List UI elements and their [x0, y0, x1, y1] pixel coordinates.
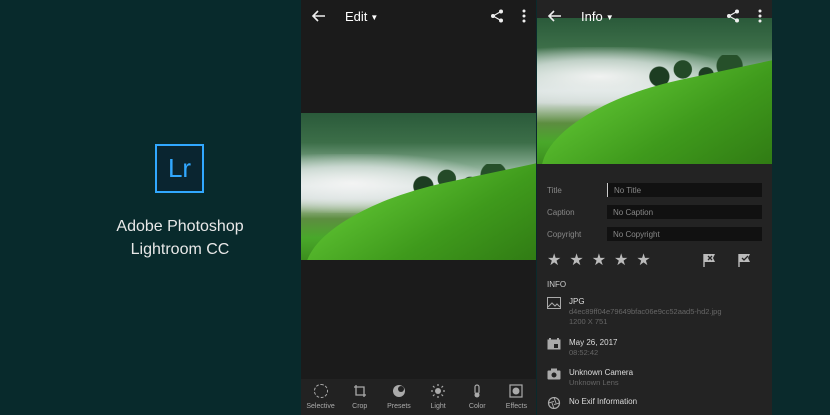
more-vertical-icon[interactable]: [522, 9, 526, 23]
tool-selective[interactable]: Selective: [301, 379, 340, 415]
tool-color[interactable]: Color: [458, 379, 497, 415]
color-icon: [474, 384, 480, 398]
camera-info: Unknown Camera Unknown Lens: [547, 368, 762, 390]
capture-time: 08:52:42: [569, 348, 599, 357]
chevron-down-icon: ▼: [370, 13, 379, 23]
lightroom-logo: Lr: [155, 144, 204, 193]
info-section-label: INFO: [547, 280, 567, 289]
capture-date: May 26, 2017: [569, 338, 618, 347]
more-vertical-icon[interactable]: [758, 9, 762, 23]
file-type: JPG: [569, 297, 585, 306]
camera-icon: [547, 368, 561, 380]
share-icon[interactable]: [726, 9, 740, 23]
edit-topbar: Edit ▼: [301, 0, 536, 32]
edit-mode-dropdown[interactable]: Edit ▼: [345, 9, 378, 24]
presets-icon: [392, 385, 405, 397]
star-icon[interactable]: ★: [614, 253, 628, 269]
tool-crop[interactable]: Crop: [340, 379, 379, 415]
info-topbar: Info ▼: [537, 0, 772, 32]
field-label: Caption: [547, 207, 575, 217]
tool-label: Selective: [306, 403, 335, 410]
tool-label: Light: [430, 403, 446, 410]
promo-title-line2: Lightroom CC: [130, 241, 230, 258]
exif-label: No Exif Information: [569, 397, 638, 406]
copyright-field-row: Copyright No Copyright: [547, 227, 762, 241]
info-screen: Info ▼ Title No Title Caption No Caption …: [537, 0, 772, 415]
file-id: d4ec89ff04e79649bfac06e9cc52aad5-hd2.jpg: [569, 307, 722, 316]
tool-light[interactable]: Light: [419, 379, 458, 415]
tool-label: Color: [468, 403, 486, 410]
promo-title: Adobe Photoshop Lightroom CC: [100, 215, 260, 261]
camera-name: Unknown Camera: [569, 368, 634, 377]
star-icon[interactable]: ★: [547, 253, 561, 269]
info-photo[interactable]: [537, 18, 772, 164]
info-mode-dropdown[interactable]: Info ▼: [581, 9, 614, 24]
logo-text: Lr: [167, 153, 192, 183]
tool-label: Presets: [387, 403, 411, 410]
tool-label: Effects: [505, 403, 528, 410]
star-icon[interactable]: ★: [569, 253, 583, 269]
selective-icon: [313, 384, 328, 398]
caption-field-row: Caption No Caption: [547, 205, 762, 219]
chevron-down-icon: ▼: [605, 13, 614, 23]
exif-info: No Exif Information: [547, 397, 762, 411]
copyright-input[interactable]: No Copyright: [607, 227, 762, 241]
edit-screen: Edit ▼ Selective Crop Presets Light Color: [301, 0, 536, 415]
field-label: Copyright: [547, 229, 582, 239]
image-icon: [547, 297, 561, 309]
tool-presets[interactable]: Presets: [379, 379, 418, 415]
crop-icon: [353, 385, 366, 397]
info-title: Info: [581, 9, 603, 24]
star-icon[interactable]: ★: [636, 253, 650, 269]
reject-flag-icon[interactable]: [702, 253, 716, 267]
promo-title-line1: Adobe Photoshop: [116, 218, 244, 235]
file-info: JPG d4ec89ff04e79649bfac06e9cc52aad5-hd2…: [547, 297, 762, 329]
file-dimensions: 1200 X 751: [569, 317, 608, 326]
promo-panel: Lr Adobe Photoshop Lightroom CC: [0, 0, 300, 415]
edit-title: Edit: [345, 9, 368, 24]
tool-effects[interactable]: Effects: [497, 379, 536, 415]
back-arrow-icon[interactable]: [311, 8, 327, 24]
star-rating: ★ ★ ★ ★ ★: [547, 253, 651, 269]
back-arrow-icon[interactable]: [547, 8, 563, 24]
calendar-icon: [547, 338, 561, 350]
title-input[interactable]: No Title: [607, 183, 762, 197]
caption-input[interactable]: No Caption: [607, 205, 762, 219]
share-icon[interactable]: [490, 9, 504, 23]
field-label: Title: [547, 185, 562, 195]
lens-name: Unknown Lens: [569, 378, 619, 387]
date-info: May 26, 2017 08:52:42: [547, 338, 762, 360]
effects-icon: [509, 384, 524, 398]
title-field-row: Title No Title: [547, 183, 762, 197]
tool-label: Crop: [352, 403, 368, 410]
light-icon: [431, 384, 446, 398]
pick-flag-icon[interactable]: [737, 253, 751, 267]
edit-toolbar: Selective Crop Presets Light Color Effec…: [301, 379, 536, 415]
edit-photo[interactable]: [301, 113, 536, 260]
aperture-icon: [547, 397, 561, 409]
star-icon[interactable]: ★: [592, 253, 606, 269]
